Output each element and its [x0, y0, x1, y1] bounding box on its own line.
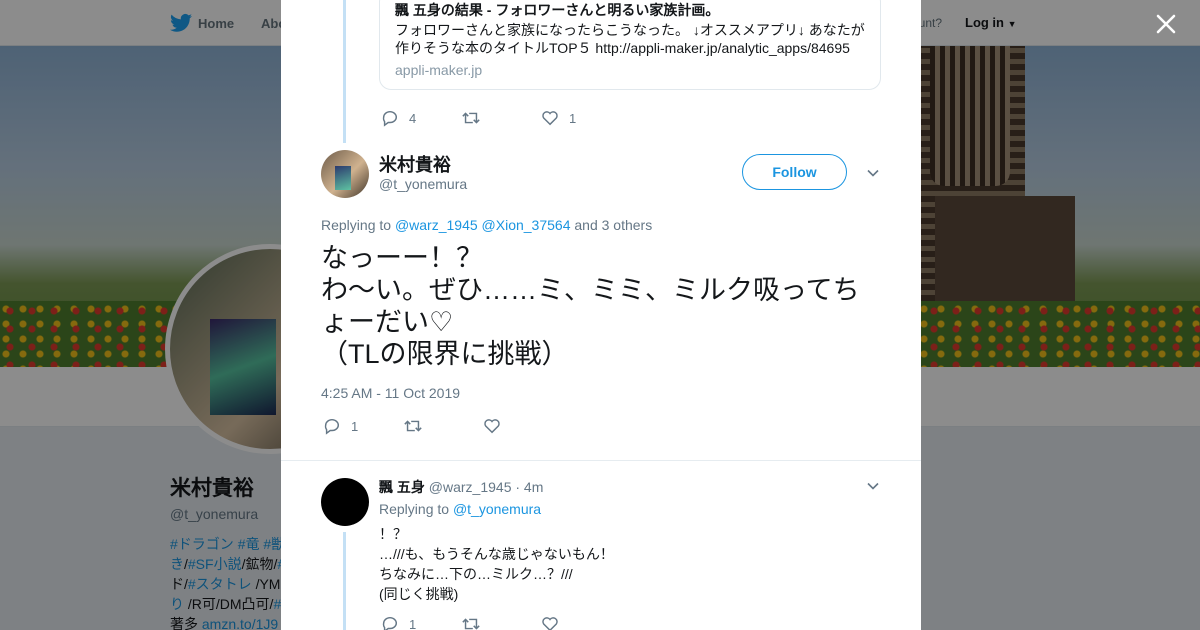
reply-header: 飄 五身 @warz_1945 · 4m — [379, 477, 543, 497]
reply-count: 4 — [409, 110, 417, 126]
avatar-book-graphic — [335, 166, 351, 190]
tweet-author-avatar[interactable] — [321, 150, 369, 198]
card-description: フォロワーさんと家族になったらこうなった。 ↓オススメアプリ↓ あなたが作りそう… — [395, 22, 865, 56]
replying-to-label: Replying to — [321, 217, 392, 233]
reply-icon — [382, 616, 398, 630]
section-divider — [281, 460, 921, 461]
heart-icon — [484, 419, 500, 434]
reply-text-line: ちなみに…下の…ミルク…？/// — [379, 566, 573, 582]
card-title: 飄 五身の結果 - フォロワーさんと明るい家族計画。 — [395, 2, 720, 18]
reply-time[interactable]: · 4m — [515, 479, 543, 495]
reply-text-line: ！？ — [379, 526, 407, 542]
reply-text: ！？ …///も、もうそんな歳じゃないもん！ ちなみに…下の…ミルク…？/// … — [379, 524, 614, 604]
previous-tweet-actions: 4 1 — [381, 109, 621, 127]
link-preview-card[interactable]: 飄 五身の結果 - フォロワーさんと明るい家族計画。 フォロワーさんと家族になっ… — [379, 0, 881, 90]
mention-link[interactable]: @Xion_37564 — [482, 217, 571, 233]
mention-link[interactable]: @t_yonemura — [453, 501, 541, 517]
heart-icon — [542, 617, 558, 630]
retweet-button[interactable] — [461, 615, 541, 630]
tweet-author-handle[interactable]: @t_yonemura — [379, 176, 467, 192]
reply-author-avatar[interactable] — [321, 478, 369, 526]
like-button[interactable]: 1 — [541, 109, 621, 127]
main-tweet-actions: 1 — [323, 417, 563, 435]
like-count: 1 — [569, 110, 577, 126]
chevron-down-icon[interactable] — [866, 166, 880, 180]
like-button[interactable] — [483, 417, 563, 435]
reply-count: 1 — [409, 616, 417, 630]
thread-connector-line — [343, 532, 346, 630]
reply-count: 1 — [351, 418, 359, 434]
heart-icon — [542, 111, 558, 126]
reply-icon — [382, 110, 398, 127]
replying-to-line: Replying to @warz_1945 @Xion_37564 and 3… — [321, 217, 652, 233]
retweet-button[interactable] — [403, 417, 483, 435]
retweet-icon — [462, 618, 480, 630]
card-domain: appli-maker.jp — [395, 62, 483, 78]
retweet-button[interactable] — [461, 109, 541, 127]
reply-button[interactable]: 4 — [381, 109, 461, 127]
tweet-author-name[interactable]: 米村貴裕 — [379, 151, 451, 177]
like-button[interactable] — [541, 615, 621, 630]
tweet-text-line: （TLの限界に挑戦） — [321, 339, 569, 369]
close-modal-button[interactable] — [1151, 9, 1181, 39]
follow-button[interactable]: Follow — [742, 154, 847, 190]
replying-to-label: Replying to — [379, 501, 450, 517]
reply-icon — [324, 418, 340, 435]
reply-replying-to-line: Replying to @t_yonemura — [379, 501, 541, 517]
reply-tweet-actions: 1 — [381, 615, 621, 630]
reply-button[interactable]: 1 — [381, 615, 461, 630]
tweet-text: なっーー！？ わ～い。ぜひ……ミ、ミミ、ミルク吸ってち ょーだい♡ （TLの限界… — [321, 242, 886, 370]
retweet-icon — [404, 420, 422, 432]
others-link[interactable]: and 3 others — [574, 217, 652, 233]
chevron-down-icon[interactable] — [866, 479, 880, 493]
reply-author-handle[interactable]: @warz_1945 — [429, 479, 512, 495]
thread-connector-line — [343, 0, 346, 143]
tweet-text-line: なっーー！？ — [321, 243, 483, 273]
reply-text-line: …///も、もうそんな歳じゃないもん！ — [379, 546, 614, 562]
reply-button[interactable]: 1 — [323, 417, 403, 435]
tweet-permalink-modal: 飄 五身の結果 - フォロワーさんと明るい家族計画。 フォロワーさんと家族になっ… — [281, 0, 921, 630]
mention-link[interactable]: @warz_1945 — [395, 217, 478, 233]
reply-text-line: (同じく挑戦) — [379, 586, 459, 602]
tweet-text-line: わ～い。ぜひ……ミ、ミミ、ミルク吸ってち — [321, 275, 860, 305]
tweet-timestamp[interactable]: 4:25 AM - 11 Oct 2019 — [321, 385, 460, 401]
tweet-text-line: ょーだい♡ — [321, 307, 454, 337]
retweet-icon — [462, 112, 480, 124]
close-icon — [1156, 14, 1176, 34]
reply-author-name[interactable]: 飄 五身 — [379, 479, 425, 495]
